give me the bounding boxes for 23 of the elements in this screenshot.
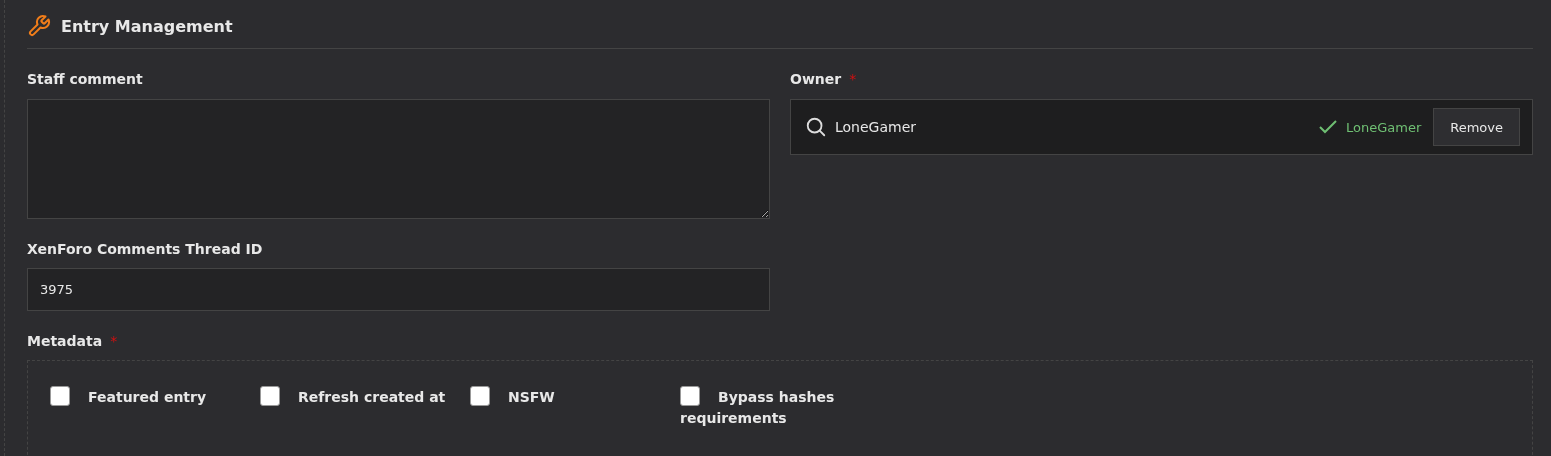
required-mark: * [849,71,857,87]
field-label: Metadata [27,332,103,351]
section-title: Entry Management [61,16,233,36]
owner-field[interactable]: LoneGamer LoneGamer Remove [790,99,1533,155]
field-label: XenForo Comments Thread ID [27,240,263,259]
checkbox-option[interactable]: Bypass hashes requirements [680,386,870,429]
checkbox[interactable] [50,386,70,406]
checkbox-option[interactable]: NSFW [470,386,660,408]
checkbox[interactable] [470,386,490,406]
checkbox-option[interactable]: Refresh created at [260,386,450,408]
checkbox-option[interactable]: Featured entry [50,386,240,408]
field-label: Owner [790,70,842,89]
wrench-icon [27,14,51,38]
owner-status: LoneGamer [1345,119,1422,135]
owner-value: LoneGamer [835,119,918,135]
required-mark: * [110,333,118,349]
search-icon [805,116,827,138]
thread-id-field[interactable]: 3975 [27,268,770,311]
remove-button[interactable]: Remove [1433,108,1520,146]
checkbox[interactable] [260,386,280,406]
field-label: Staff comment [27,70,143,89]
checkbox[interactable] [680,386,700,406]
comment-field[interactable] [27,99,770,219]
